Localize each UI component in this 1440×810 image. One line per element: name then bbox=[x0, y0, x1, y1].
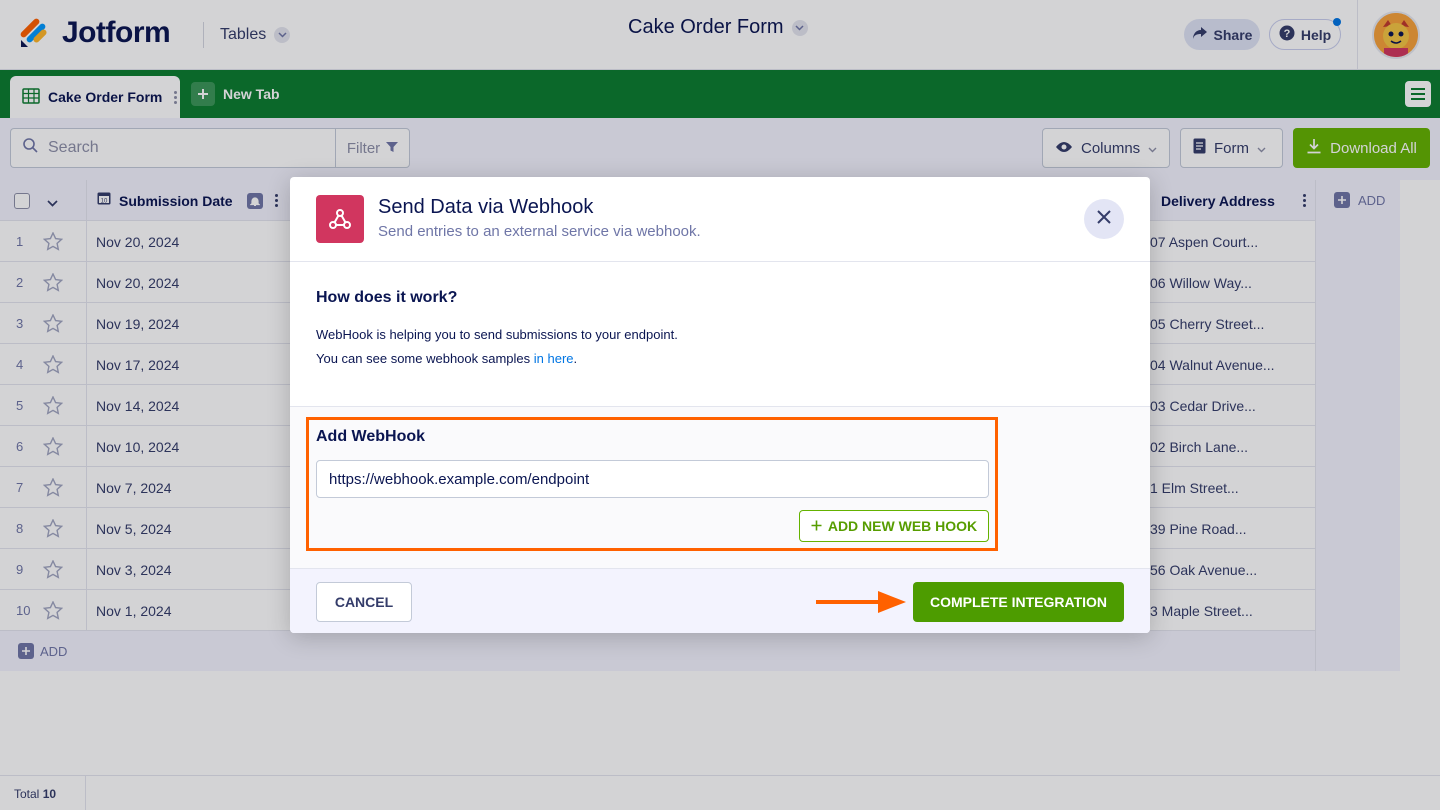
webhook-url-input[interactable] bbox=[316, 460, 989, 498]
add-new-web-hook-button[interactable]: ADD NEW WEB HOOK bbox=[799, 510, 989, 542]
plus-icon bbox=[811, 518, 822, 534]
complete-integration-button[interactable]: COMPLETE INTEGRATION bbox=[913, 582, 1124, 622]
modal-subtitle: Send entries to an external service via … bbox=[378, 223, 701, 240]
add-new-web-hook-label: ADD NEW WEB HOOK bbox=[827, 518, 978, 534]
cancel-button[interactable]: CANCEL bbox=[316, 582, 412, 622]
webhook-icon bbox=[316, 195, 364, 243]
samples-link[interactable]: in here bbox=[534, 351, 574, 366]
samples-text-prefix: You can see some webhook samples bbox=[316, 351, 534, 366]
webhook-samples-text: You can see some webhook samples in here… bbox=[316, 351, 577, 366]
modal-header: Send Data via Webhook Send entries to an… bbox=[290, 177, 1150, 262]
how-it-works-section: How does it work? WebHook is helping you… bbox=[290, 262, 1150, 407]
samples-text-suffix: . bbox=[573, 351, 578, 366]
add-webhook-section: Add WebHook ADD NEW WEB HOOK bbox=[290, 407, 1150, 568]
how-it-works-title: How does it work? bbox=[316, 289, 458, 306]
modal-footer: CANCEL COMPLETE INTEGRATION bbox=[290, 568, 1150, 633]
arrow-right-icon bbox=[816, 589, 908, 620]
modal-title: Send Data via Webhook bbox=[378, 196, 594, 218]
close-button[interactable] bbox=[1084, 199, 1124, 239]
how-it-works-text: WebHook is helping you to send submissio… bbox=[316, 327, 678, 342]
add-webhook-title: Add WebHook bbox=[316, 428, 426, 445]
webhook-modal: Send Data via Webhook Send entries to an… bbox=[290, 177, 1150, 633]
close-icon bbox=[1097, 209, 1111, 229]
